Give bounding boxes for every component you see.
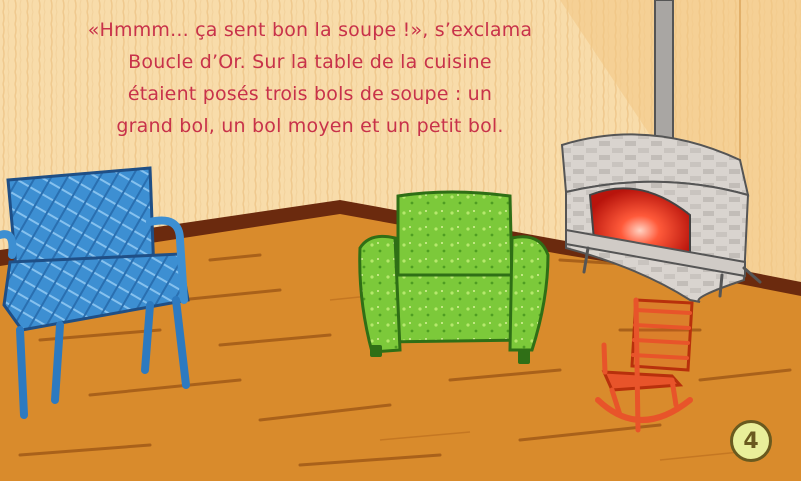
story-line: grand bol, un bol moyen et un petit bol.	[116, 115, 504, 137]
story-text: «Hmmm... ça sent bon la soupe !», s’excl…	[40, 14, 580, 142]
page-number-badge[interactable]: 4	[730, 420, 772, 462]
story-line: Boucle d’Or. Sur la table de la cuisine	[128, 51, 492, 73]
storybook-page: «Hmmm... ça sent bon la soupe !», s’excl…	[0, 0, 801, 481]
story-line: étaient posés trois bols de soupe : un	[127, 83, 493, 105]
page-number: 4	[743, 428, 759, 454]
story-line: «Hmmm... ça sent bon la soupe !», s’excl…	[87, 19, 533, 41]
